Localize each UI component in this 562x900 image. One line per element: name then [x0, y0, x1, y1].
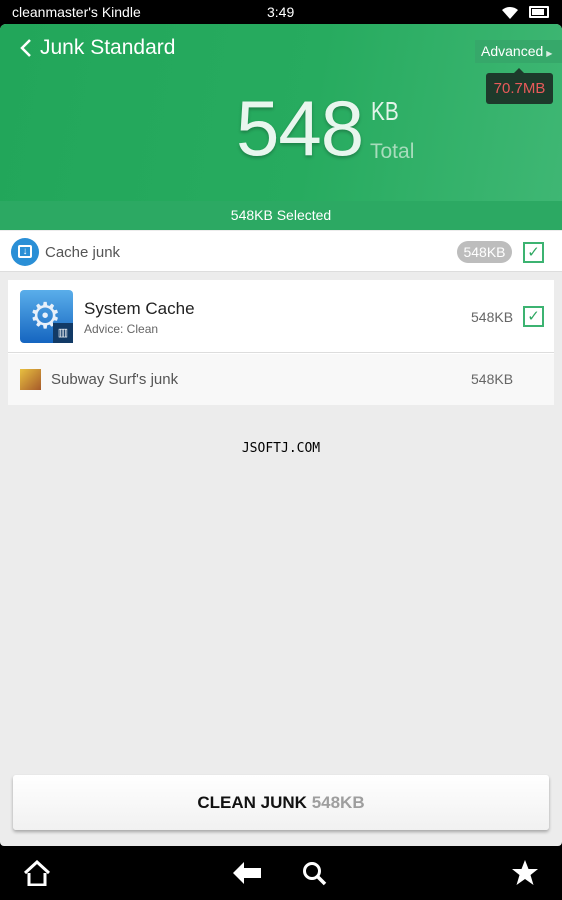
- bottom-nav-bar: [0, 846, 562, 900]
- item-checkbox[interactable]: ✓: [523, 306, 544, 327]
- cache-download-icon: ↓: [11, 238, 39, 266]
- status-bar: cleanmaster's Kindle 3:49: [0, 0, 562, 24]
- total-unit: KB: [371, 96, 399, 126]
- advanced-label: Advanced: [481, 43, 544, 59]
- list-item-subway-surf[interactable]: Subway Surf's junk 548KB: [8, 354, 554, 405]
- selected-summary: 548KB Selected: [0, 201, 562, 230]
- app-window: Junk Standard Advanced ▶ 70.7MB 548 KB To…: [0, 24, 562, 846]
- system-cache-gear-icon: ⚙ ▥: [20, 290, 73, 343]
- watermark: JSOFTJ.COM: [241, 441, 321, 456]
- back-arrow-icon[interactable]: [233, 862, 261, 884]
- item-size: 548KB: [471, 309, 514, 325]
- item-size: 548KB: [471, 371, 514, 387]
- page-title: Junk Standard: [40, 36, 176, 59]
- category-cache-junk[interactable]: ↓ Cache junk 548KB ✓: [0, 231, 562, 272]
- subway-surf-app-icon: [20, 369, 41, 390]
- clock: 3:49: [267, 4, 295, 20]
- search-icon[interactable]: [302, 861, 328, 887]
- battery-icon: [529, 6, 549, 18]
- item-title: Subway Surf's junk: [51, 371, 179, 388]
- category-checkbox[interactable]: ✓: [523, 242, 544, 263]
- chevron-left-icon: [20, 39, 31, 57]
- advanced-size: 70.7MB: [493, 80, 546, 97]
- home-icon[interactable]: [23, 860, 51, 886]
- list-item-system-cache[interactable]: ⚙ ▥ System Cache Advice: Clean 548KB ✓: [8, 280, 554, 353]
- advanced-size-tooltip: 70.7MB: [486, 68, 553, 104]
- category-label: Cache junk: [45, 244, 121, 261]
- clean-size: 548KB: [311, 793, 365, 812]
- device-name: cleanmaster's Kindle: [12, 4, 141, 20]
- caret-right-icon: ▶: [546, 49, 553, 58]
- item-advice: Advice: Clean: [84, 322, 159, 336]
- back-button[interactable]: Junk Standard: [18, 36, 175, 60]
- header: Junk Standard Advanced ▶ 70.7MB 548 KB To…: [0, 24, 562, 230]
- category-size-badge: 548KB: [457, 241, 512, 263]
- total-label: Total: [370, 140, 415, 163]
- advanced-button[interactable]: Advanced ▶: [475, 40, 562, 63]
- star-icon[interactable]: [511, 859, 539, 886]
- junk-item-list: ⚙ ▥ System Cache Advice: Clean 548KB ✓ S…: [8, 280, 554, 405]
- wifi-icon: [502, 6, 518, 20]
- total-value: 548: [236, 84, 364, 172]
- item-title: System Cache: [84, 299, 195, 318]
- clean-junk-button[interactable]: CLEAN JUNK 548KB: [13, 775, 549, 830]
- trash-icon: ▥: [53, 323, 73, 343]
- clean-label: CLEAN JUNK: [197, 793, 307, 812]
